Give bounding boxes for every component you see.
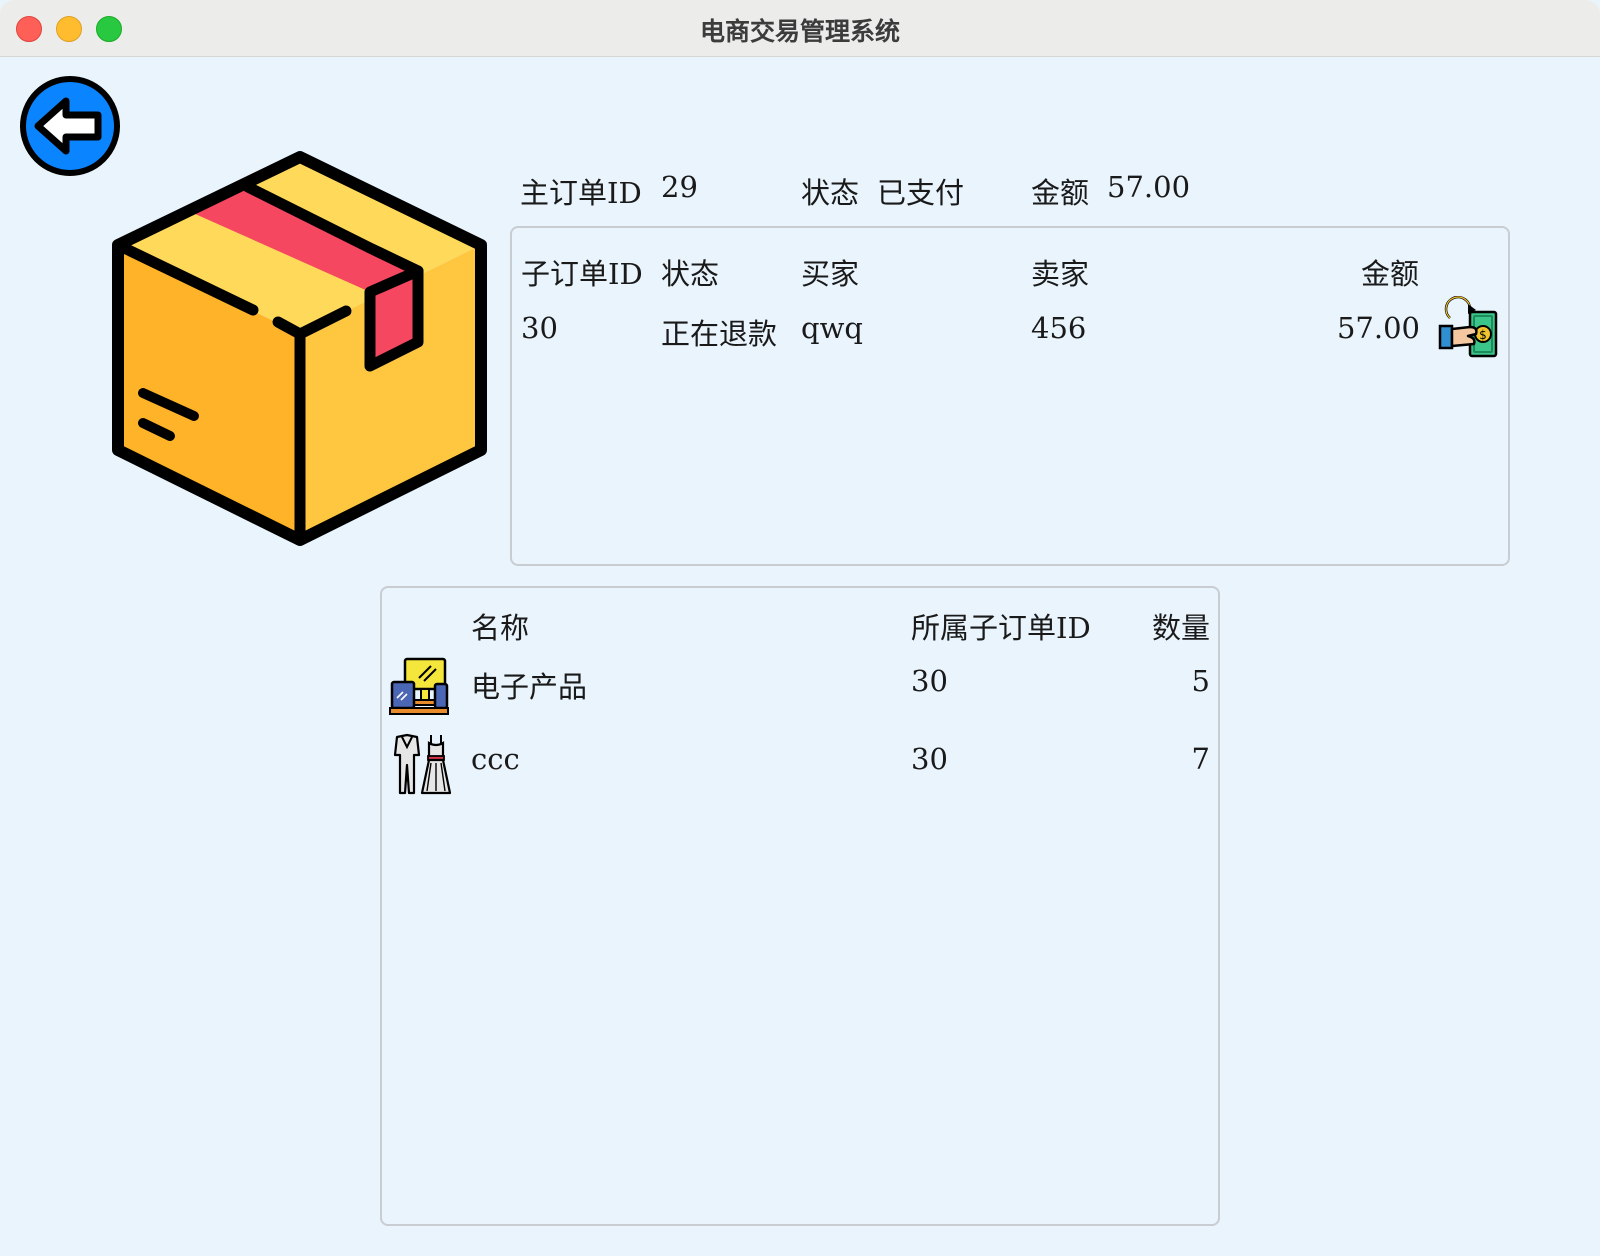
sub-order-header-id: 子订单ID [521,257,643,291]
main-order-status-value: 已支付 [877,176,965,210]
main-order-status-label: 状态 [801,176,860,210]
items-header-name: 名称 [471,611,530,645]
sub-order-id: 30 [521,311,558,345]
refund-icon[interactable]: $ [1438,296,1500,358]
sub-order-header-seller: 卖家 [1031,257,1090,291]
sub-order-header-buyer: 买家 [801,257,860,291]
item-quantity: 5 [1191,664,1210,698]
item-name: 电子产品 [471,670,588,704]
electronics-icon [389,657,449,715]
back-arrow-icon[interactable] [18,74,122,178]
sub-order-seller: 456 [1031,311,1087,345]
sub-order-panel [510,226,1510,566]
main-order-id-value: 29 [661,170,698,204]
clothing-icon [393,733,451,795]
svg-text:$: $ [1479,328,1487,342]
main-order-amount-value: 57.00 [1107,170,1191,204]
item-sub-order-id: 30 [911,664,948,698]
app-window: 电商交易管理系统 主订单ID 29 状态 已支付 金额 57.00 子订单ID … [0,0,1600,1256]
sub-order-header-amount: 金额 [1361,257,1420,291]
item-sub-order-id: 30 [911,742,948,776]
window-title: 电商交易管理系统 [699,17,900,46]
item-quantity: 7 [1191,742,1210,776]
main-order-amount-label: 金额 [1031,176,1090,210]
item-name: ccc [471,742,520,776]
items-header-sub-order-id: 所属子订单ID [911,611,1091,645]
title-bar: 电商交易管理系统 [0,0,1600,57]
sub-order-header-status: 状态 [661,257,720,291]
package-box-icon [112,151,487,546]
items-header-quantity: 数量 [1151,611,1210,645]
sub-order-buyer: qwq [801,311,863,345]
sub-order-status: 正在退款 [661,317,778,351]
sub-order-amount: 57.00 [1336,311,1420,345]
main-order-id-label: 主订单ID [520,176,642,210]
